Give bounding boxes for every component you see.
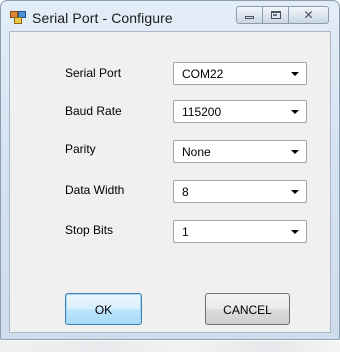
caption-buttons: ✕ xyxy=(236,6,329,24)
close-button[interactable]: ✕ xyxy=(288,6,329,24)
cancel-button[interactable]: CANCEL xyxy=(205,293,290,325)
serial-port-select[interactable]: COM22 xyxy=(173,62,307,85)
window-title: Serial Port - Configure xyxy=(32,10,173,26)
chevron-down-icon[interactable] xyxy=(291,150,299,154)
stop-bits-label: Stop Bits xyxy=(65,223,114,237)
chevron-down-icon[interactable] xyxy=(291,230,299,234)
chevron-down-icon[interactable] xyxy=(291,110,299,114)
stop-bits-select[interactable]: 1 xyxy=(173,220,307,243)
data-width-select[interactable]: 8 xyxy=(173,180,307,203)
chevron-down-icon[interactable] xyxy=(291,72,299,76)
baud-rate-label: Baud Rate xyxy=(65,104,122,118)
title-bar[interactable]: Serial Port - Configure ✕ xyxy=(1,1,339,31)
maximize-button[interactable] xyxy=(262,6,289,24)
chevron-down-icon[interactable] xyxy=(291,190,299,194)
stop-bits-value: 1 xyxy=(182,225,189,239)
parity-select[interactable]: None xyxy=(173,140,307,163)
serial-port-label: Serial Port xyxy=(65,66,122,80)
data-width-label: Data Width xyxy=(65,183,125,197)
parity-label: Parity xyxy=(65,142,96,156)
dialog-window: Serial Port - Configure ✕ Serial Port CO… xyxy=(0,0,340,340)
serial-port-app-icon xyxy=(10,10,26,24)
dialog-client-area: Serial Port COM22 Baud Rate 115200 Parit… xyxy=(9,31,331,333)
close-icon: ✕ xyxy=(303,8,314,22)
minimize-button[interactable] xyxy=(236,6,263,24)
ok-button[interactable]: OK xyxy=(65,293,142,325)
baud-rate-value: 115200 xyxy=(182,105,222,119)
parity-value: None xyxy=(182,145,211,159)
minimize-icon xyxy=(245,16,254,19)
serial-port-value: COM22 xyxy=(182,67,224,81)
baud-rate-select[interactable]: 115200 xyxy=(173,100,307,123)
background-strip xyxy=(0,341,340,352)
data-width-value: 8 xyxy=(182,185,189,199)
maximize-icon xyxy=(270,11,281,19)
